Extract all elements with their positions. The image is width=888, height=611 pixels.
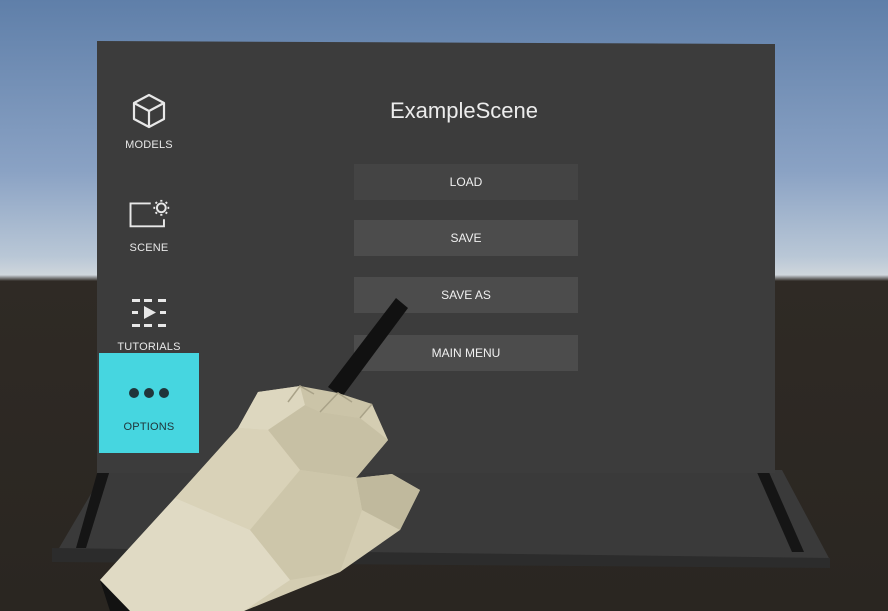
save-button[interactable]: SAVE [354, 220, 578, 256]
sidebar-item-options[interactable]: OPTIONS [99, 353, 199, 453]
scene-title: ExampleScene [390, 98, 538, 123]
save-as-button[interactable]: SAVE AS [354, 277, 578, 313]
cube-icon [127, 91, 171, 131]
sidebar-item-scene[interactable]: SCENE [99, 174, 199, 274]
tutorial-play-icon [127, 293, 171, 333]
load-button[interactable]: LOAD [354, 164, 578, 200]
scene-settings-icon [127, 194, 171, 234]
sidebar-item-label: SCENE [129, 242, 169, 254]
menu-panel: MODELS SCENE TUTORIALS OPTIONS ExampleSc… [97, 41, 775, 473]
sidebar-item-label: MODELS [125, 139, 173, 151]
main-menu-button[interactable]: MAIN MENU [354, 335, 578, 371]
sidebar-item-label: OPTIONS [123, 421, 175, 433]
vr-scene: MODELS SCENE TUTORIALS OPTIONS ExampleSc… [0, 0, 888, 611]
more-dots-icon [127, 373, 171, 413]
sidebar-item-models[interactable]: MODELS [99, 71, 199, 171]
sidebar-item-label: TUTORIALS [117, 341, 181, 353]
